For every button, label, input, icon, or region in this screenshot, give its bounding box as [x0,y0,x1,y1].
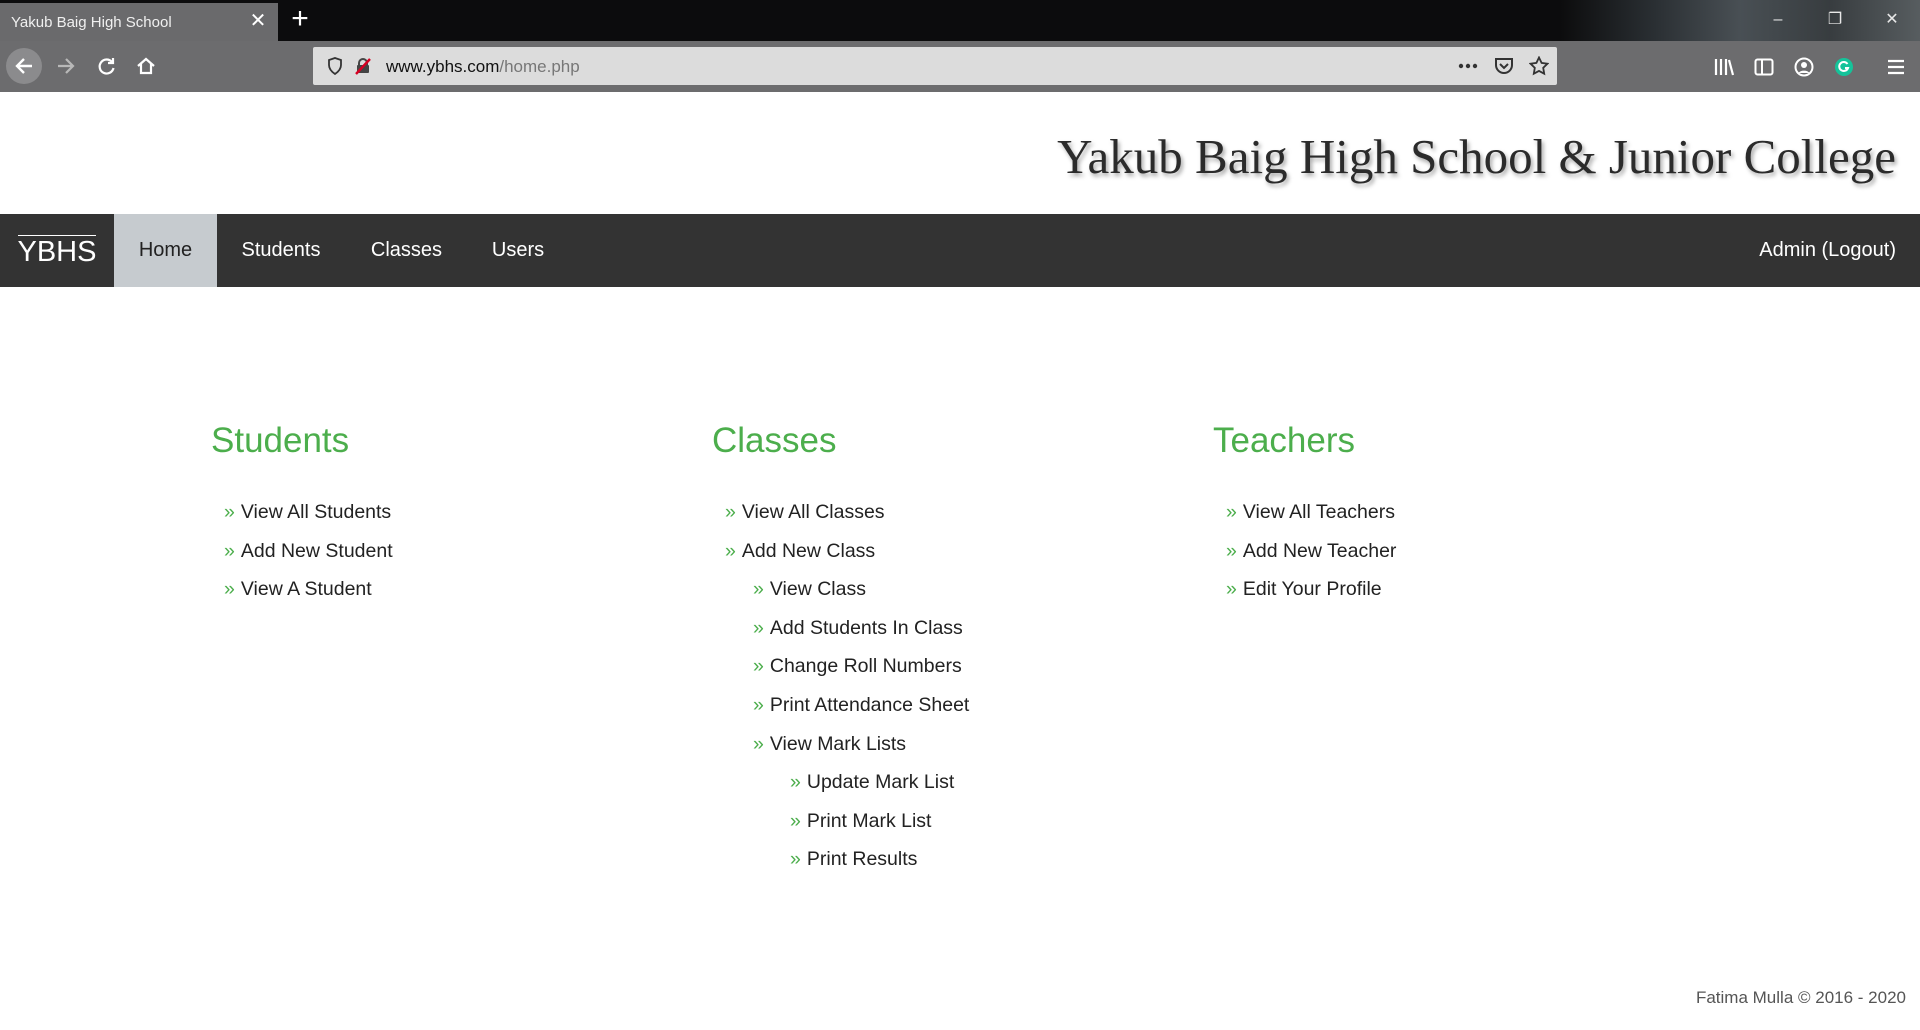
chevron-bullet-icon: » [753,578,764,601]
teachers-links: » View All Teachers » Add New Teacher » Edit … [1213,493,1396,609]
classes-section: Classes » View All Classes» Add New Class»… [712,420,969,879]
library-icon[interactable] [1712,55,1736,79]
url-bar[interactable]: www.ybhs.com/home.php [313,47,1557,85]
students-heading: Students [211,421,350,460]
chevron-bullet-icon: » [790,809,801,832]
tab-close-icon[interactable]: ✕ [248,11,268,31]
nav-link[interactable]: Print Mark List [807,810,932,832]
chevron-bullet-icon: » [753,693,764,716]
nav-link[interactable]: Print Attendance Sheet [770,694,969,716]
account-icon[interactable] [1792,55,1816,79]
back-button[interactable] [6,48,42,84]
admin-logout-link[interactable]: Admin (Logout) [1759,214,1896,287]
teachers-section: Teachers » View All Teachers » Add New Teac… [1213,420,1396,609]
new-tab-button[interactable]: + [285,4,315,35]
forward-arrow-icon [58,58,75,74]
list-item: » View Class [712,570,969,609]
chevron-bullet-icon: » [753,732,764,755]
back-arrow-icon [15,58,32,74]
url-domain: www.ybhs.com [386,57,500,76]
chevron-bullet-icon: » [753,616,764,639]
classes-links: » View All Classes » Add New Class » View Cla… [712,493,969,879]
nav-students[interactable]: Students [217,214,345,287]
students-section: Students » View All Students » Add New Stud… [211,420,393,609]
nav-link[interactable]: Add New Student [241,540,393,562]
list-item: » Edit Your Profile [1213,570,1396,609]
nav-link[interactable]: View All Classes [742,501,885,523]
chevron-bullet-icon: » [1226,501,1237,523]
list-item: » Add New Class [712,532,969,571]
list-item: » View All Students [211,493,393,532]
brand-logo[interactable]: YBHS [0,214,114,287]
nav-link[interactable]: View All Students [241,501,391,523]
browser-tab[interactable]: Yakub Baig High School ✕ [0,3,278,41]
insecure-lock-icon[interactable] [353,56,373,76]
list-item: » View All Teachers [1213,493,1396,532]
home-button[interactable] [128,48,164,84]
list-item: » View A Student [211,570,393,609]
chevron-bullet-icon: » [224,539,235,562]
nav-classes[interactable]: Classes [345,214,468,287]
chevron-bullet-icon: » [753,655,764,678]
nav-link[interactable]: Print Results [807,848,918,870]
chevron-bullet-icon: » [1226,539,1237,562]
browser-tab-bar: Yakub Baig High School ✕ + – ❐ ✕ [0,0,1920,92]
pocket-icon[interactable] [1494,56,1514,76]
nav-link[interactable]: Add New Teacher [1243,540,1397,562]
nav-home[interactable]: Home [114,214,217,287]
reload-button[interactable] [88,48,124,84]
list-item: » Add Students In Class [712,609,969,648]
site-title: Yakub Baig High School & Junior College [1057,129,1896,184]
forward-button[interactable] [48,48,84,84]
nav-users[interactable]: Users [468,214,568,287]
browser-toolbar: www.ybhs.com/home.php [0,41,1920,92]
tab-title: Yakub Baig High School [11,13,172,31]
teachers-heading: Teachers [1213,421,1356,460]
nav-link[interactable]: Update Mark List [807,771,954,793]
list-item: » Add New Teacher [1213,532,1396,571]
students-links: » View All Students » Add New Student » View … [211,493,393,609]
nav-link[interactable]: Edit Your Profile [1243,578,1382,600]
restore-button[interactable]: ❐ [1815,6,1855,34]
list-item: » Change Roll Numbers [712,647,969,686]
classes-heading: Classes [712,421,837,460]
nav-link[interactable]: View Class [770,578,866,600]
list-item: » View All Classes [712,493,969,532]
nav-link[interactable]: Change Roll Numbers [770,655,962,677]
list-item: » Update Mark List [712,763,969,802]
chevron-bullet-icon: » [790,771,801,794]
home-icon [137,57,155,75]
nav-link[interactable]: Add New Class [742,540,875,562]
menu-icon[interactable] [1884,55,1908,79]
list-item: » Print Results [712,840,969,879]
close-window-button[interactable]: ✕ [1872,6,1912,34]
reload-icon [98,58,115,75]
sidebar-icon[interactable] [1752,55,1776,79]
url-path: /home.php [499,57,580,76]
site-navbar: YBHS Home Students Classes Users Admin (… [0,214,1920,287]
chevron-bullet-icon: » [224,578,235,601]
footer-copyright: Fatima Mulla © 2016 - 2020 [1695,988,1906,1007]
list-item: » Print Mark List [712,802,969,841]
chevron-bullet-icon: » [224,501,235,523]
minimize-button[interactable]: – [1758,6,1798,34]
chevron-bullet-icon: » [790,848,801,871]
nav-link[interactable]: View A Student [241,578,372,600]
list-item: » View Mark Lists [712,725,969,764]
bookmark-star-icon[interactable] [1529,56,1549,76]
nav-link[interactable]: View All Teachers [1243,501,1395,523]
chevron-bullet-icon: » [1226,578,1237,601]
chevron-bullet-icon: » [725,501,736,523]
list-item: » Print Attendance Sheet [712,686,969,725]
grammarly-icon[interactable] [1832,55,1856,79]
page-actions-icon[interactable] [1458,56,1478,76]
chevron-bullet-icon: » [725,539,736,562]
nav-link[interactable]: View Mark Lists [770,733,906,755]
brand-text: YBHS [17,234,97,268]
list-item: » Add New Student [211,532,393,571]
shield-icon[interactable] [325,56,345,76]
url-text[interactable]: www.ybhs.com/home.php [386,57,580,77]
nav-link[interactable]: Add Students In Class [770,617,963,639]
